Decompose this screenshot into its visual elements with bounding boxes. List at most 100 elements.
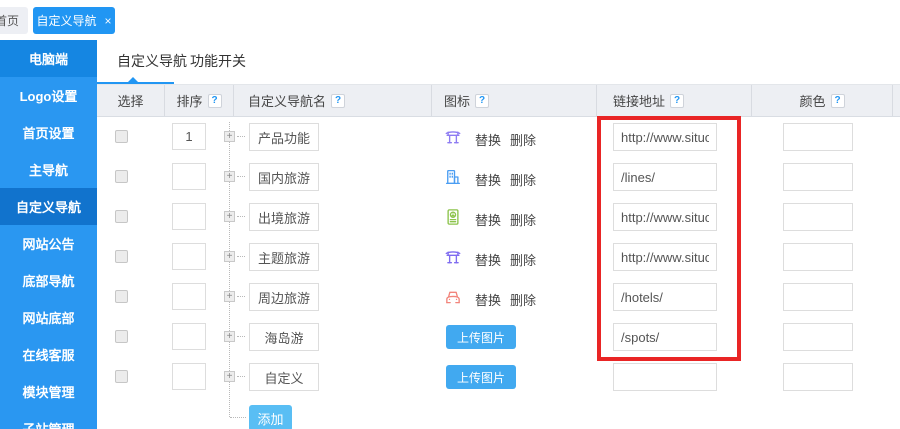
sort-input[interactable]: [172, 163, 206, 190]
delete-link[interactable]: 删除: [510, 210, 536, 229]
tree-connector-stub: [237, 256, 245, 257]
column-icon: 图标 ?: [432, 85, 597, 116]
nav-name-input[interactable]: [249, 323, 319, 351]
link-address-input[interactable]: [613, 323, 717, 351]
sort-input[interactable]: [172, 363, 206, 390]
link-address-input[interactable]: [613, 243, 717, 271]
color-input[interactable]: [783, 163, 853, 191]
help-icon[interactable]: ?: [475, 94, 489, 108]
link-address-input[interactable]: [613, 283, 717, 311]
tree-expand-handle[interactable]: +: [224, 171, 235, 182]
sort-input[interactable]: [172, 243, 206, 270]
sidebar-item-main-nav[interactable]: 主导航: [0, 151, 97, 188]
app-window: 首页 自定义导航 × 电脑端 Logo设置 首页设置 主导航 自定义导航 网站公…: [0, 0, 900, 429]
sidebar-item-module-mgmt[interactable]: 模块管理: [0, 373, 97, 410]
column-nav-name-label: 自定义导航名: [248, 91, 326, 110]
color-input[interactable]: [783, 323, 853, 351]
sidebar-item-pc[interactable]: 电脑端: [0, 40, 97, 77]
sidebar-item-bottom-nav[interactable]: 底部导航: [0, 262, 97, 299]
delete-link[interactable]: 删除: [510, 250, 536, 269]
close-icon[interactable]: ×: [105, 14, 112, 28]
color-input[interactable]: [783, 203, 853, 231]
replace-link[interactable]: 替换: [475, 250, 501, 269]
tab-home[interactable]: 首页: [0, 7, 28, 34]
column-sort: 排序 ?: [165, 85, 234, 116]
table-row: + 上传图片: [97, 357, 900, 397]
help-icon[interactable]: ?: [331, 94, 345, 108]
row-checkbox[interactable]: [115, 370, 128, 383]
tree-expand-handle[interactable]: +: [224, 131, 235, 142]
tree-expand-handle[interactable]: +: [224, 371, 235, 382]
row-checkbox[interactable]: [115, 170, 128, 183]
window-tab-bar: 首页 自定义导航 ×: [0, 0, 900, 40]
sort-input[interactable]: [172, 323, 206, 350]
table-row: + 替换 删除: [97, 277, 900, 317]
color-input[interactable]: [783, 123, 853, 151]
row-checkbox[interactable]: [115, 210, 128, 223]
delete-link[interactable]: 删除: [510, 130, 536, 149]
column-color: 颜色 ?: [752, 85, 893, 116]
sidebar-item-site-footer[interactable]: 网站底部: [0, 299, 97, 336]
sidebar-item-custom-nav[interactable]: 自定义导航: [0, 188, 97, 225]
nav-name-input[interactable]: [249, 123, 319, 151]
help-icon[interactable]: ?: [670, 94, 684, 108]
row-checkbox[interactable]: [115, 250, 128, 263]
sort-input[interactable]: [172, 203, 206, 230]
tree-connector-stub: [237, 176, 245, 177]
sort-input[interactable]: [172, 283, 206, 310]
add-button[interactable]: 添加: [249, 405, 292, 429]
table-row: + 替换 删除: [97, 157, 900, 197]
link-address-input[interactable]: [613, 123, 717, 151]
building-icon: [444, 168, 462, 186]
content-tab-feature-switch[interactable]: 功能开关: [190, 40, 246, 82]
content-tab-custom-nav[interactable]: 自定义导航: [117, 40, 187, 82]
nav-name-input[interactable]: [249, 163, 319, 191]
sort-input[interactable]: [172, 123, 206, 150]
row-checkbox[interactable]: [115, 330, 128, 343]
tree-connector-stub: [237, 296, 245, 297]
tab-home-label: 首页: [0, 12, 19, 29]
car-icon: [444, 288, 462, 306]
replace-link[interactable]: 替换: [475, 130, 501, 149]
upload-image-button[interactable]: 上传图片: [446, 325, 516, 349]
nav-name-input[interactable]: [249, 243, 319, 271]
help-icon[interactable]: ?: [831, 94, 845, 108]
column-select-label: 选择: [117, 91, 143, 110]
nav-name-input[interactable]: [249, 283, 319, 311]
replace-link[interactable]: 替换: [475, 290, 501, 309]
sidebar-item-logo[interactable]: Logo设置: [0, 77, 97, 114]
link-address-input[interactable]: [613, 363, 717, 391]
sidebar-item-site-notice[interactable]: 网站公告: [0, 225, 97, 262]
color-input[interactable]: [783, 363, 853, 391]
row-checkbox[interactable]: [115, 130, 128, 143]
link-address-input[interactable]: [613, 203, 717, 231]
active-tab-caret-icon: [128, 77, 138, 82]
replace-link[interactable]: 替换: [475, 210, 501, 229]
tab-custom-nav-label: 自定义导航: [36, 12, 96, 29]
tree-expand-handle[interactable]: +: [224, 291, 235, 302]
tab-custom-nav[interactable]: 自定义导航 ×: [33, 7, 115, 34]
help-icon[interactable]: ?: [208, 94, 222, 108]
link-address-input[interactable]: [613, 163, 717, 191]
replace-link[interactable]: 替换: [475, 170, 501, 189]
bridge-icon: [444, 128, 462, 146]
delete-link[interactable]: 删除: [510, 170, 536, 189]
row-checkbox[interactable]: [115, 290, 128, 303]
column-select: 选择: [97, 85, 165, 116]
column-nav-name: 自定义导航名 ?: [234, 85, 432, 116]
sidebar-item-subsite-mgmt[interactable]: 子站管理: [0, 410, 97, 429]
column-link-label: 链接地址: [613, 91, 665, 110]
color-input[interactable]: [783, 283, 853, 311]
column-sort-label: 排序: [176, 91, 202, 110]
nav-name-input[interactable]: [249, 363, 319, 391]
delete-link[interactable]: 删除: [510, 290, 536, 309]
tree-expand-handle[interactable]: +: [224, 211, 235, 222]
nav-name-input[interactable]: [249, 203, 319, 231]
upload-image-button[interactable]: 上传图片: [446, 365, 516, 389]
bridge-icon: [444, 248, 462, 266]
sidebar-item-homepage[interactable]: 首页设置: [0, 114, 97, 151]
tree-expand-handle[interactable]: +: [224, 251, 235, 262]
color-input[interactable]: [783, 243, 853, 271]
tree-expand-handle[interactable]: +: [224, 331, 235, 342]
sidebar-item-online-service[interactable]: 在线客服: [0, 336, 97, 373]
